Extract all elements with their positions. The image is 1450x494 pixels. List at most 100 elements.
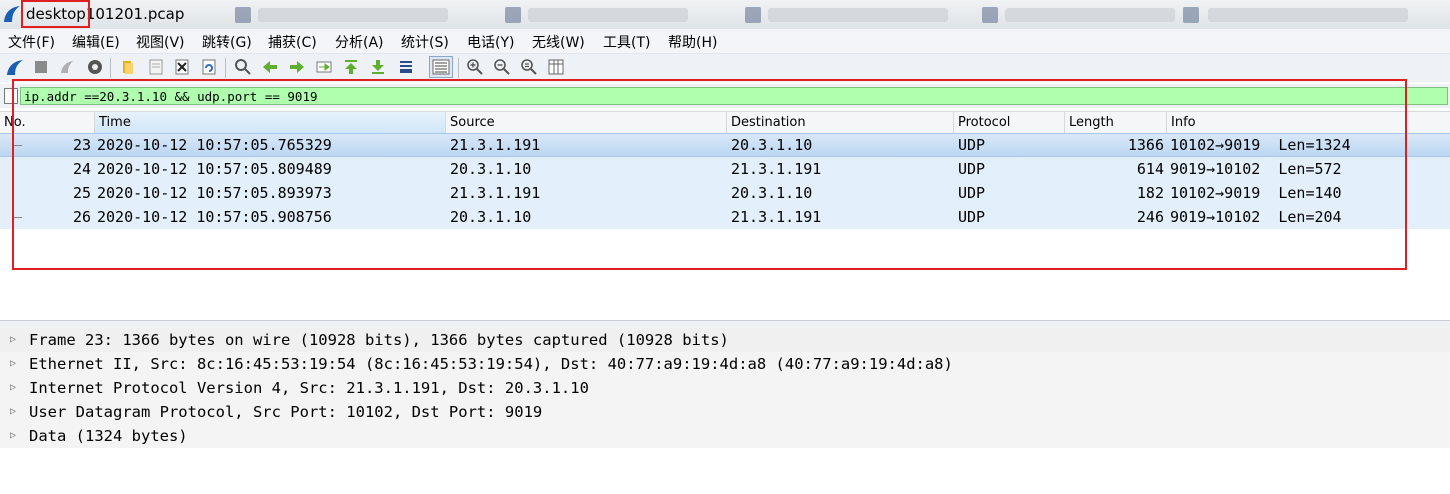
- capture-options-icon[interactable]: [85, 57, 105, 77]
- menu-capture[interactable]: 捕获(C): [268, 32, 317, 52]
- packet-row[interactable]: 24 2020-10-12 10:57:05.809489 20.3.1.10 …: [0, 157, 1450, 181]
- column-header-source[interactable]: Source: [446, 112, 727, 134]
- title-bar: desktop101201.pcap: [0, 0, 1450, 29]
- restart-icon[interactable]: [57, 57, 77, 77]
- go-first-icon[interactable]: [341, 57, 361, 77]
- packet-length: 1366: [1127, 136, 1164, 154]
- expand-arrow-icon[interactable]: ▷: [10, 424, 16, 448]
- filter-bookmark-icon[interactable]: [4, 88, 18, 104]
- packet-length: 182: [1136, 184, 1164, 202]
- packet-row[interactable]: 25 2020-10-12 10:57:05.893973 21.3.1.191…: [0, 181, 1450, 205]
- packet-row[interactable]: 26 2020-10-12 10:57:05.908756 20.3.1.10 …: [0, 205, 1450, 229]
- menu-statistics[interactable]: 统计(S): [401, 32, 449, 52]
- detail-row-udp[interactable]: ▷ User Datagram Protocol, Src Port: 1010…: [0, 400, 1450, 424]
- go-back-icon[interactable]: [260, 57, 280, 77]
- menu-go[interactable]: 跳转(G): [202, 32, 252, 52]
- detail-text: Ethernet II, Src: 8c:16:45:53:19:54 (8c:…: [29, 355, 953, 373]
- display-filter-bar: ip.addr ==20.3.1.10 && udp.port == 9019: [0, 84, 1450, 108]
- detail-row-ip[interactable]: ▷ Internet Protocol Version 4, Src: 21.3…: [0, 376, 1450, 400]
- expand-arrow-icon[interactable]: ▷: [10, 352, 16, 376]
- colorize-icon[interactable]: [429, 56, 453, 78]
- packet-no: 26: [72, 208, 91, 226]
- expand-arrow-icon[interactable]: ▷: [10, 328, 16, 352]
- packet-list-empty-area: [0, 230, 1450, 320]
- packet-length: 246: [1136, 208, 1164, 226]
- column-header-length[interactable]: Length: [1065, 112, 1167, 134]
- detail-row-ethernet[interactable]: ▷ Ethernet II, Src: 8c:16:45:53:19:54 (8…: [0, 352, 1450, 376]
- go-forward-icon[interactable]: [287, 57, 307, 77]
- column-header-no[interactable]: No.: [0, 112, 95, 134]
- blurred-tab-icon: [1183, 7, 1199, 23]
- blurred-tab: [768, 8, 948, 22]
- column-header-info[interactable]: Info: [1167, 112, 1450, 134]
- save-file-icon[interactable]: [146, 57, 166, 77]
- close-file-icon[interactable]: [172, 57, 192, 77]
- display-filter-input[interactable]: ip.addr ==20.3.1.10 && udp.port == 9019: [20, 87, 1448, 105]
- packet-list-header: No. Time Source Destination Protocol Len…: [0, 111, 1450, 135]
- packet-row[interactable]: 23 2020-10-12 10:57:05.765329 21.3.1.191…: [0, 133, 1450, 157]
- detail-row-data[interactable]: ▷ Data (1324 bytes): [0, 424, 1450, 448]
- menu-edit[interactable]: 编辑(E): [72, 32, 120, 52]
- packet-time: 2020-10-12 10:57:05.765329: [97, 136, 332, 154]
- details-empty-area: [0, 448, 1450, 494]
- packet-info: 10102→9019 Len=1324: [1170, 136, 1351, 154]
- toolbar-separator: [225, 58, 226, 78]
- menu-view[interactable]: 视图(V): [136, 32, 185, 52]
- blurred-tab: [1005, 8, 1175, 22]
- find-icon[interactable]: [233, 57, 253, 77]
- go-last-icon[interactable]: [368, 57, 388, 77]
- blurred-tab-icon: [745, 7, 761, 23]
- menu-tools[interactable]: 工具(T): [603, 32, 650, 52]
- menu-file[interactable]: 文件(F): [8, 32, 55, 52]
- packet-source: 20.3.1.10: [450, 208, 532, 226]
- window-title: desktop101201.pcap: [26, 5, 185, 23]
- autoscroll-icon[interactable]: [396, 57, 416, 77]
- menu-wireless[interactable]: 无线(W): [532, 32, 585, 52]
- expand-arrow-icon[interactable]: ▷: [10, 400, 16, 424]
- packet-details-pane: ▷ Frame 23: 1366 bytes on wire (10928 bi…: [0, 327, 1450, 494]
- zoom-in-icon[interactable]: [465, 57, 485, 77]
- detail-text: Frame 23: 1366 bytes on wire (10928 bits…: [29, 331, 729, 349]
- toolbar-separator: [110, 58, 111, 78]
- packet-no: 23: [72, 136, 91, 154]
- packet-destination: 20.3.1.10: [731, 184, 813, 202]
- zoom-out-icon[interactable]: [492, 57, 512, 77]
- packet-destination: 21.3.1.191: [731, 160, 822, 178]
- packet-protocol: UDP: [958, 136, 986, 154]
- menu-analyze[interactable]: 分析(A): [335, 32, 384, 52]
- shark-fin-start-icon[interactable]: [5, 57, 25, 77]
- packet-time: 2020-10-12 10:57:05.893973: [97, 184, 332, 202]
- packet-info: 9019→10102 Len=572: [1170, 160, 1342, 178]
- reload-icon[interactable]: [199, 57, 219, 77]
- toolbar-separator: [458, 58, 459, 78]
- blurred-tab-icon: [235, 7, 251, 23]
- menu-bar: 文件(F) 编辑(E) 视图(V) 跳转(G) 捕获(C) 分析(A) 统计(S…: [0, 29, 1450, 54]
- packet-source: 21.3.1.191: [450, 184, 541, 202]
- packet-info: 9019→10102 Len=204: [1170, 208, 1342, 226]
- menu-telephony[interactable]: 电话(Y): [467, 32, 514, 52]
- detail-text: Data (1324 bytes): [29, 427, 188, 445]
- packet-no: 24: [72, 160, 91, 178]
- packet-time: 2020-10-12 10:57:05.908756: [97, 208, 332, 226]
- blurred-tab: [528, 8, 688, 22]
- packet-destination: 20.3.1.10: [731, 136, 813, 154]
- detail-text: Internet Protocol Version 4, Src: 21.3.1…: [29, 379, 589, 397]
- packet-source: 21.3.1.191: [450, 136, 541, 154]
- expand-arrow-icon[interactable]: ▷: [10, 376, 16, 400]
- resize-columns-icon[interactable]: [546, 57, 566, 77]
- tree-connector: [12, 217, 22, 218]
- menu-help[interactable]: 帮助(H): [668, 32, 717, 52]
- blurred-tab-icon: [982, 7, 998, 23]
- stop-icon[interactable]: [31, 57, 51, 77]
- go-to-packet-icon[interactable]: [314, 57, 334, 77]
- column-header-protocol[interactable]: Protocol: [954, 112, 1065, 134]
- open-file-icon[interactable]: [118, 57, 138, 77]
- blurred-tab: [258, 8, 448, 22]
- column-header-destination[interactable]: Destination: [727, 112, 954, 134]
- zoom-normal-icon[interactable]: [519, 57, 539, 77]
- tree-connector: [12, 145, 22, 146]
- column-header-time[interactable]: Time: [95, 112, 446, 134]
- detail-row-frame[interactable]: ▷ Frame 23: 1366 bytes on wire (10928 bi…: [0, 328, 1450, 352]
- packet-length: 614: [1136, 160, 1164, 178]
- blurred-tab: [1208, 8, 1408, 22]
